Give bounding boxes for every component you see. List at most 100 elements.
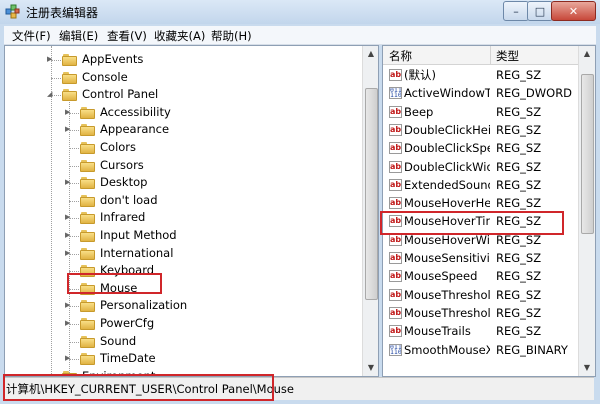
menu-help[interactable]: 帮助(H) [211,28,252,44]
folder-icon [80,106,95,119]
folder-icon [80,159,95,172]
tree-item-label: Control Panel [82,87,159,102]
mousehovertime-highlight [380,211,564,235]
value-name: MouseTrails [404,324,471,339]
registry-key-tree[interactable]: ▶ AppEvents Console ◢ Control Panel ▶ Accessib… [4,45,379,377]
tree-item-keyboard[interactable]: Keyboard [5,262,360,279]
title-bar[interactable]: 注册表编辑器 – □ ✕ [0,0,600,24]
tree-item-don-t-load[interactable]: don't load [5,192,360,209]
close-button[interactable]: ✕ [551,1,596,21]
value-name: MouseSensitivity [404,251,490,265]
expand-arrow-icon[interactable]: ▶ [65,125,73,134]
scroll-down-arrow-icon[interactable]: ▼ [579,360,595,376]
folder-icon [80,353,95,366]
scrollbar-thumb[interactable] [365,88,378,300]
expand-arrow-icon[interactable]: ▶ [65,249,73,258]
value-row-mousesensitivity[interactable]: abMouseSensitivity REG_SZ [383,249,579,267]
tree-item-powercfg[interactable]: ▶ PowerCfg [5,315,360,332]
value-name: DoubleClickWidth [404,159,490,174]
maximize-button[interactable]: □ [527,1,553,21]
value-name: MouseThreshold1 [404,287,490,302]
value-row-doubleclickwidth[interactable]: abDoubleClickWidth REG_SZ [383,158,579,176]
column-type[interactable]: 类型 [496,48,519,64]
tree-item-sound[interactable]: Sound [5,333,360,350]
tree-item-colors[interactable]: Colors [5,139,360,156]
value-row-mousetrails[interactable]: ab MouseTrails REG_SZ [383,322,579,340]
value-row-extendedsounds[interactable]: abExtendedSounds REG_SZ [383,176,579,194]
scroll-up-arrow-icon[interactable]: ▲ [363,46,378,62]
value-row-activewindowtracking[interactable]: 011110ActiveWindowTracking REG_DWORD [383,84,579,102]
expand-arrow-icon[interactable] [65,337,73,346]
string-value-icon: ab [389,233,402,246]
expand-arrow-icon[interactable]: ▶ [65,178,73,187]
path-highlight [3,374,274,401]
value-row-mousehoverheight[interactable]: abMouseHoverHeight REG_SZ [383,194,579,212]
expand-arrow-icon[interactable] [65,196,73,205]
expand-arrow-icon[interactable] [65,161,73,170]
tree-item-personalization[interactable]: ▶ Personalization [5,297,360,314]
value-row-mousespeed[interactable]: ab MouseSpeed REG_SZ [383,267,579,285]
scroll-down-arrow-icon[interactable]: ▼ [363,360,378,376]
tree-item-input-method[interactable]: ▶ Input Method [5,227,360,244]
value-name: DoubleClickHeight [404,122,490,137]
binary-value-icon: 011 110 [389,87,402,100]
menu-edit[interactable]: 编辑(E) [59,28,98,44]
folder-icon [80,300,95,313]
value-row-mousethreshold1[interactable]: abMouseThreshold1 REG_SZ [383,286,579,304]
expand-arrow-icon[interactable]: ▶ [47,55,55,64]
column-header: 名称 类型 [383,46,579,65]
scrollbar-thumb[interactable] [581,74,594,234]
expand-arrow-icon[interactable]: ▶ [65,108,73,117]
value-row-smoothmousexcurve[interactable]: 011110SmoothMouseXCurve REG_BINARY [383,341,579,359]
tree-item-appearance[interactable]: ▶ Appearance [5,121,360,138]
value-row-beep[interactable]: ab Beep REG_SZ [383,103,579,121]
tree-item-international[interactable]: ▶ International [5,245,360,262]
string-value-icon: ab [389,325,402,338]
tree-vertical-scrollbar[interactable]: ▲ ▼ [362,46,378,376]
value-name: MouseThreshold2 [404,305,490,320]
tree-item-accessibility[interactable]: ▶ Accessibility [5,104,360,121]
value-row-[interactable]: ab (默认) REG_SZ [383,66,579,84]
expand-arrow-icon[interactable] [47,73,55,82]
column-name[interactable]: 名称 [389,48,412,64]
folder-icon [80,318,95,330]
tree-item-timedate[interactable]: ▶ TimeDate [5,350,360,367]
expand-arrow-icon[interactable]: ▶ [65,354,73,363]
expand-arrow-icon[interactable] [65,143,73,152]
expand-arrow-icon[interactable]: ▶ [65,231,73,240]
value-type: REG_SZ [496,141,542,156]
collapse-arrow-icon[interactable]: ◢ [47,90,55,99]
value-type: REG_DWORD [496,86,573,101]
tree-item-label: TimeDate [100,351,156,366]
tree-item-control-panel[interactable]: ◢ Control Panel [5,86,360,103]
tree-item-appevents[interactable]: ▶ AppEvents [5,51,360,68]
tree-item-cursors[interactable]: Cursors [5,157,360,174]
expand-arrow-icon[interactable]: ▶ [65,319,73,328]
menu-view[interactable]: 查看(V) [107,28,147,44]
expand-arrow-icon[interactable]: ▶ [65,301,73,310]
values-vertical-scrollbar[interactable]: ▲ ▼ [578,46,595,376]
tree-item-console[interactable]: Console [5,69,360,86]
string-value-icon: ab [389,160,402,173]
scroll-up-arrow-icon[interactable]: ▲ [579,46,595,62]
string-value-icon: ab [389,142,402,155]
menu-favorites[interactable]: 收藏夹(A) [154,28,205,44]
folder-icon [80,212,95,225]
folder-icon [80,335,95,348]
folder-icon [80,194,95,207]
expand-arrow-icon[interactable]: ▶ [65,213,73,222]
value-row-doubleclickspeed[interactable]: abDoubleClickSpeed REG_SZ [383,139,579,157]
tree-item-label: Colors [100,140,137,154]
string-value-icon: ab [389,178,402,191]
value-row-mousethreshold2[interactable]: abMouseThreshold2 REG_SZ [383,304,579,322]
value-row-doubleclickheight[interactable]: abDoubleClickHeight REG_SZ [383,121,579,139]
window-title: 注册表编辑器 [26,6,99,20]
minimize-button[interactable]: – [503,1,529,21]
tree-item-desktop[interactable]: ▶ Desktop [5,174,360,191]
tree-item-mouse[interactable]: Mouse [5,280,360,297]
tree-item-infrared[interactable]: ▶ Infrared [5,209,360,226]
folder-icon [80,124,95,137]
value-name: DoubleClickSpeed [404,141,490,156]
menu-file[interactable]: 文件(F) [12,28,51,44]
tree-item-label: International [100,245,174,260]
